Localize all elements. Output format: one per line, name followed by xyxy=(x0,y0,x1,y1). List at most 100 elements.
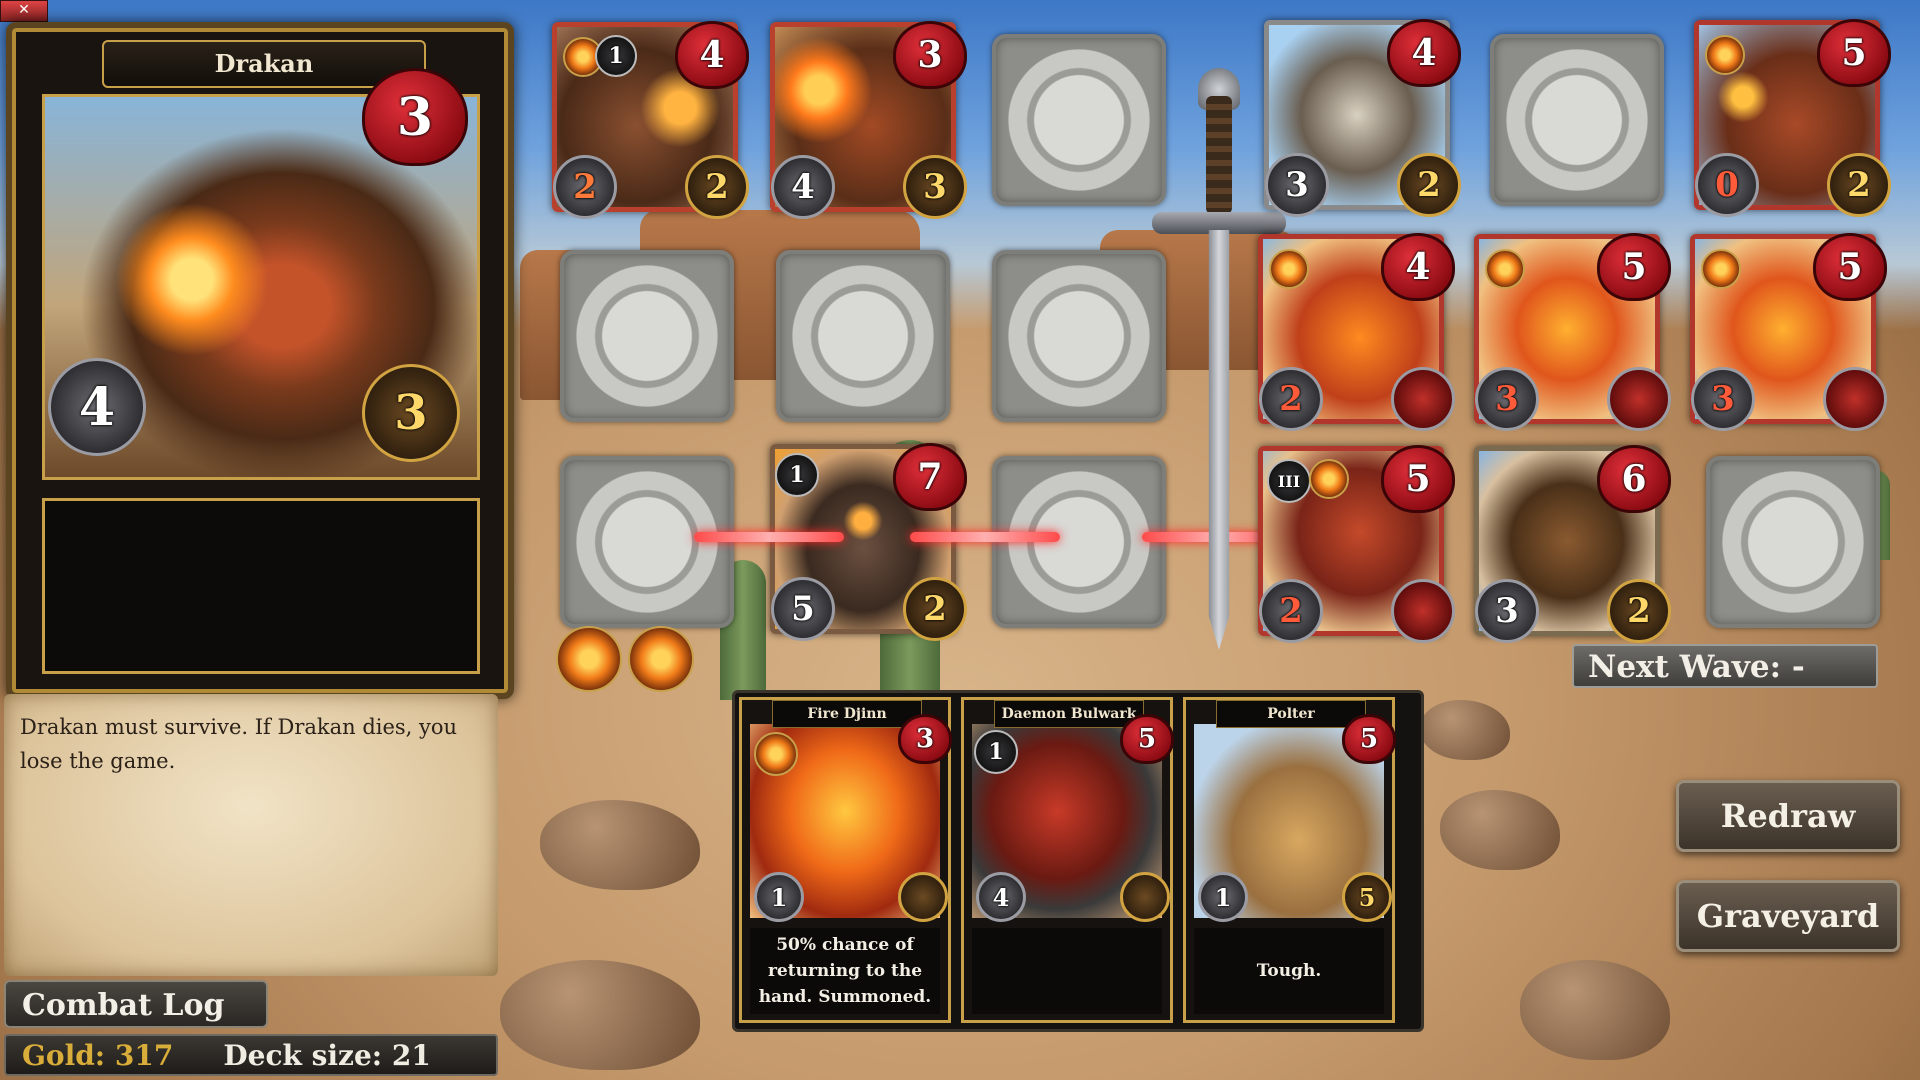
player-status-bar: Gold: 317 Deck size: 21 xyxy=(4,1034,498,1076)
close-window-button[interactable]: ✕ xyxy=(0,0,48,22)
hero-description-panel: Drakan must survive. If Drakan dies, you… xyxy=(4,694,498,976)
fire-element-icon xyxy=(1705,35,1745,75)
fire-element-icon xyxy=(1269,249,1309,289)
card-attack-dagger-icon: 3 xyxy=(1265,153,1329,217)
card-health-heart-icon: 5 xyxy=(1381,445,1455,513)
card-attack-dagger-icon: 4 xyxy=(771,155,835,219)
sword-ability-icon xyxy=(1391,367,1455,431)
hero-time-value: 3 xyxy=(394,385,428,441)
card-health-heart-icon: 4 xyxy=(675,21,749,89)
card-hourglass-icon: 2 xyxy=(685,155,749,219)
next-wave-indicator: Next Wave: - xyxy=(1572,644,1878,688)
fire-mana-token-icon xyxy=(628,626,694,692)
card-attack-dagger-icon: 1 xyxy=(754,872,804,922)
hand-card-ability-text xyxy=(972,928,1162,1014)
board-card-minotaur-warrior[interactable]: 6 3 2 xyxy=(1474,445,1671,643)
empty-board-slot[interactable] xyxy=(560,250,734,422)
hand-card-ability-text: Tough. xyxy=(1194,928,1384,1014)
card-health-heart-icon: 5 xyxy=(1120,714,1174,764)
rock xyxy=(1520,960,1670,1060)
card-hourglass-icon: 3 xyxy=(903,155,967,219)
card-health-heart-icon: 3 xyxy=(898,714,952,764)
board-card-fire-elemental[interactable]: 5 3 xyxy=(1690,233,1887,431)
board-card-demon-warlock[interactable]: III 5 2 xyxy=(1258,445,1455,643)
card-health-heart-icon: 5 xyxy=(1342,714,1396,764)
fire-element-icon xyxy=(754,732,798,776)
hand-card-ability-text: 50% chance of returning to the hand. Sum… xyxy=(750,928,940,1014)
hand-card-name: Fire Djinn xyxy=(772,700,922,728)
redraw-button[interactable]: Redraw xyxy=(1676,780,1900,852)
board-card-fire-witch[interactable]: 5 0 2 xyxy=(1694,19,1891,217)
divider-sword-grip xyxy=(1206,96,1232,214)
card-health-heart-icon: 7 xyxy=(893,443,967,511)
card-hourglass-icon: 5 xyxy=(1342,872,1392,922)
card-hourglass-icon: 2 xyxy=(903,577,967,641)
card-health-heart-icon: 4 xyxy=(1387,19,1461,87)
board-card-fire-serpent[interactable]: 4 2 xyxy=(1258,233,1455,431)
card-attack-dagger-icon: 4 xyxy=(976,872,1026,922)
card-health-heart-icon: 5 xyxy=(1597,233,1671,301)
card-level-badge: 1 xyxy=(595,35,637,77)
fire-mana-token-icon xyxy=(556,626,622,692)
sword-ability-icon xyxy=(1823,367,1887,431)
board-card-fire-mage[interactable]: 3 4 3 xyxy=(770,21,967,219)
hero-card-panel: Drakan 3 4 3 xyxy=(6,22,514,699)
card-attack-dagger-icon: 2 xyxy=(1259,367,1323,431)
empty-board-slot[interactable] xyxy=(1490,34,1664,206)
attack-lane-sword-icon xyxy=(910,532,1060,542)
rock xyxy=(500,960,700,1070)
card-level-badge: 1 xyxy=(974,730,1018,774)
hand-area: Fire Djinn 3 1 50% chance of returning t… xyxy=(732,690,1424,1032)
card-attack-dagger-icon: 2 xyxy=(553,155,617,219)
card-hourglass-icon: 2 xyxy=(1607,579,1671,643)
hand-card-name: Polter xyxy=(1216,700,1366,728)
card-attack-dagger-icon: 3 xyxy=(1475,367,1539,431)
hero-attack-dagger-icon: 4 xyxy=(48,358,146,456)
board-card-skeleton-axeman[interactable]: 4 3 2 xyxy=(1264,19,1461,217)
deck-size-counter: Deck size: 21 xyxy=(223,1039,431,1072)
card-attack-dagger-icon: 5 xyxy=(771,577,835,641)
card-attack-dagger-icon: 3 xyxy=(1691,367,1755,431)
card-level-badge: 1 xyxy=(775,453,819,497)
card-attack-dagger-icon: 3 xyxy=(1475,579,1539,643)
empty-board-slot[interactable] xyxy=(560,456,734,628)
empty-board-slot[interactable] xyxy=(776,250,950,422)
hero-description-text: Drakan must survive. If Drakan dies, you… xyxy=(20,715,458,773)
rock xyxy=(540,800,700,890)
hand-card-polter[interactable]: Polter 5 1 5 Tough. xyxy=(1183,697,1396,1023)
attack-lane-sword-icon xyxy=(694,532,844,542)
card-health-heart-icon: 5 xyxy=(1817,19,1891,87)
card-hourglass-icon: 2 xyxy=(1397,153,1461,217)
combat-log-button[interactable]: Combat Log xyxy=(4,980,268,1028)
fire-element-icon xyxy=(1485,249,1525,289)
card-attack-dagger-icon: 0 xyxy=(1695,153,1759,217)
card-hourglass-icon xyxy=(898,872,948,922)
empty-board-slot[interactable] xyxy=(992,456,1166,628)
hand-card-daemon-bulwark[interactable]: Daemon Bulwark 1 5 4 xyxy=(961,697,1174,1023)
hand-card-name: Daemon Bulwark xyxy=(994,700,1144,728)
hero-hourglass-icon: 3 xyxy=(362,364,460,462)
card-health-heart-icon: 4 xyxy=(1381,233,1455,301)
hand-card-fire-djinn[interactable]: Fire Djinn 3 1 50% chance of returning t… xyxy=(739,697,952,1023)
card-hourglass-icon xyxy=(1120,872,1170,922)
rock xyxy=(1440,790,1560,870)
board-card-fire-sorceress[interactable]: 1 4 2 2 xyxy=(552,21,749,219)
empty-board-slot[interactable] xyxy=(992,34,1166,206)
hero-health-value: 3 xyxy=(396,86,434,148)
card-attack-dagger-icon: 2 xyxy=(1259,579,1323,643)
rock xyxy=(1420,700,1510,760)
card-level-badge: III xyxy=(1267,459,1311,503)
card-health-heart-icon: 3 xyxy=(893,21,967,89)
empty-board-slot[interactable] xyxy=(992,250,1166,422)
card-attack-dagger-icon: 1 xyxy=(1198,872,1248,922)
graveyard-button[interactable]: Graveyard xyxy=(1676,880,1900,952)
card-health-heart-icon: 5 xyxy=(1813,233,1887,301)
gold-counter: Gold: 317 xyxy=(22,1039,174,1072)
empty-board-slot[interactable] xyxy=(1706,456,1880,628)
sword-ability-icon xyxy=(1607,367,1671,431)
sword-ability-icon xyxy=(1391,579,1455,643)
fire-element-icon xyxy=(1309,459,1349,499)
hero-attack-value: 4 xyxy=(78,376,116,438)
card-health-heart-icon: 6 xyxy=(1597,445,1671,513)
board-card-fire-elemental[interactable]: 5 3 xyxy=(1474,233,1671,431)
